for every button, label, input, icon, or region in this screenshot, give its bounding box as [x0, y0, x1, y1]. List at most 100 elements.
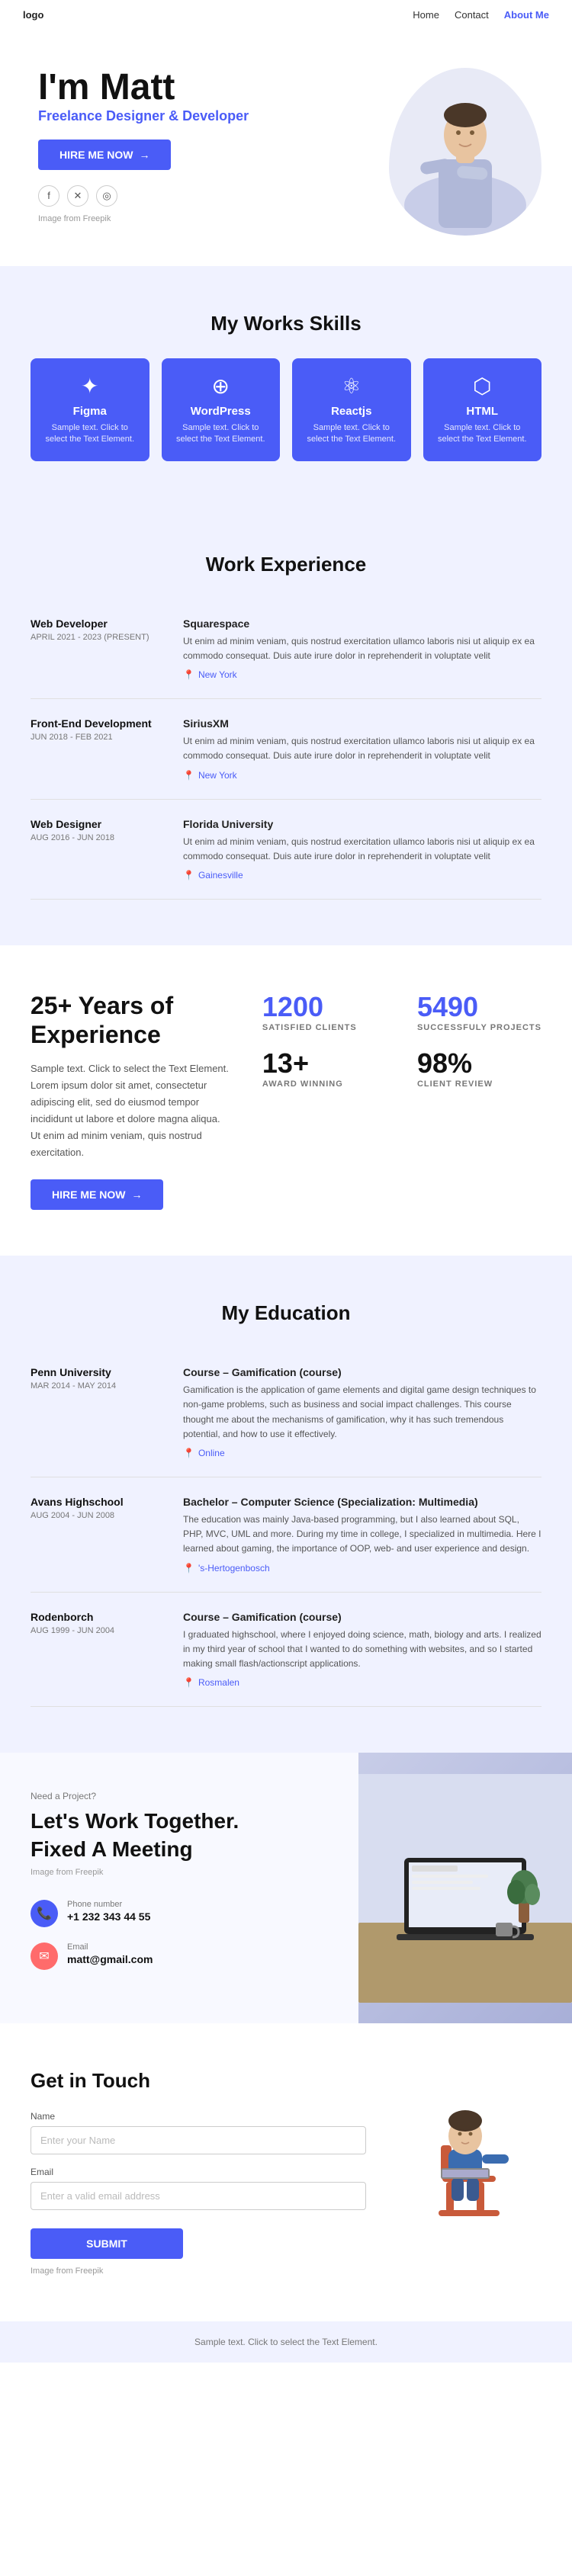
- cta-tag: Need a Project?: [31, 1791, 328, 1801]
- stat-projects: 5490 SUCCESSFULY PROJECTS: [417, 991, 541, 1032]
- stat-clients: 1200 SATISFIED CLIENTS: [262, 991, 387, 1032]
- skill-reactjs[interactable]: ⚛ Reactjs Sample text. Click to select t…: [292, 358, 411, 461]
- phone-label: Phone number: [67, 1900, 150, 1909]
- hero-photo: [389, 68, 541, 236]
- work-desc-0: Ut enim ad minim veniam, quis nostrud ex…: [183, 634, 541, 663]
- skills-grid: ✦ Figma Sample text. Click to select the…: [31, 358, 541, 461]
- work-company-2: Florida University: [183, 818, 541, 830]
- contact-title: Get in Touch: [31, 2069, 366, 2093]
- hero-right: [389, 68, 541, 236]
- work-title: Work Experience: [31, 553, 541, 576]
- hero-subtitle: Freelance Designer & Developer: [38, 108, 389, 124]
- location-pin-icon-1: 📍: [183, 770, 194, 781]
- work-date-0: APRIL 2021 - 2023 (PRESENT): [31, 633, 168, 642]
- stats-section: 25+ Years of Experience Sample text. Cli…: [0, 945, 572, 1256]
- work-desc-2: Ut enim ad minim veniam, quis nostrud ex…: [183, 835, 541, 864]
- skill-figma-name: Figma: [40, 405, 140, 418]
- edu-desc-2: I graduated highschool, where I enjoyed …: [183, 1628, 541, 1672]
- work-role-1: Front-End Development: [31, 717, 168, 730]
- work-location-0: 📍 New York: [183, 669, 541, 680]
- email-input[interactable]: [31, 2182, 366, 2210]
- edu-pin-icon-2: 📍: [183, 1677, 194, 1688]
- stats-left: 25+ Years of Experience Sample text. Cli…: [31, 991, 232, 1210]
- edu-left-0: Penn University MAR 2014 - MAY 2014: [31, 1366, 168, 1458]
- skill-figma[interactable]: ✦ Figma Sample text. Click to select the…: [31, 358, 149, 461]
- work-right-2: Florida University Ut enim ad minim veni…: [183, 818, 541, 881]
- stat-label-reviews: CLIENT REVIEW: [417, 1079, 541, 1089]
- footer-text: Sample text. Click to select the Text El…: [31, 2337, 541, 2347]
- edu-school-0: Penn University: [31, 1366, 168, 1378]
- submit-button[interactable]: SUBMIT: [31, 2228, 183, 2259]
- contact-image-credit: Image from Freepik: [31, 2266, 366, 2276]
- edu-item-1: Avans Highschool AUG 2004 - JUN 2008 Bac…: [31, 1477, 541, 1593]
- cta-heading: Let's Work Together.Fixed A Meeting: [31, 1808, 328, 1863]
- edu-course-0: Course – Gamification (course): [183, 1366, 541, 1378]
- cta-section: Need a Project? Let's Work Together.Fixe…: [0, 1753, 572, 2023]
- edu-date-0: MAR 2014 - MAY 2014: [31, 1381, 168, 1391]
- instagram-icon[interactable]: ◎: [96, 185, 117, 207]
- hero-name: I'm Matt: [38, 68, 389, 108]
- stat-awards: 13+ AWARD WINNING: [262, 1047, 387, 1089]
- edu-desc-1: The education was mainly Java-based prog…: [183, 1513, 541, 1557]
- hero-section: I'm Matt Freelance Designer & Developer …: [0, 30, 572, 266]
- contact-illustration: [389, 2069, 541, 2222]
- location-pin-icon-0: 📍: [183, 669, 194, 680]
- stat-number-reviews: 98%: [417, 1047, 541, 1079]
- work-role-0: Web Developer: [31, 618, 168, 630]
- edu-location-0: 📍 Online: [183, 1448, 541, 1458]
- cta-image-credit: Image from Freepik: [31, 1868, 328, 1877]
- skills-section: My Works Skills ✦ Figma Sample text. Cli…: [0, 266, 572, 507]
- hero-left: I'm Matt Freelance Designer & Developer …: [38, 68, 389, 223]
- edu-school-1: Avans Highschool: [31, 1496, 168, 1508]
- phone-icon: 📞: [31, 1900, 58, 1927]
- work-item-1: Front-End Development JUN 2018 - FEB 202…: [31, 699, 541, 799]
- work-left-2: Web Designer AUG 2016 - JUN 2018: [31, 818, 168, 881]
- skill-html-desc: Sample text. Click to select the Text El…: [432, 422, 533, 446]
- name-field-group: Name: [31, 2111, 366, 2154]
- name-input[interactable]: [31, 2126, 366, 2154]
- email-label: Email: [67, 1942, 153, 1952]
- stat-number-projects: 5490: [417, 991, 541, 1023]
- work-item-2: Web Designer AUG 2016 - JUN 2018 Florida…: [31, 800, 541, 900]
- edu-date-1: AUG 2004 - JUN 2008: [31, 1511, 168, 1520]
- social-icons: f ✕ ◎: [38, 185, 389, 207]
- name-label: Name: [31, 2111, 366, 2122]
- stat-number-clients: 1200: [262, 991, 387, 1023]
- education-title: My Education: [31, 1301, 541, 1325]
- email-icon: ✉: [31, 1942, 58, 1970]
- stat-label-clients: SATISFIED CLIENTS: [262, 1023, 387, 1032]
- navbar: logo Home Contact About Me: [0, 0, 572, 30]
- skill-html-name: HTML: [432, 405, 533, 418]
- email-value: matt@gmail.com: [67, 1953, 153, 1965]
- twitter-icon[interactable]: ✕: [67, 185, 88, 207]
- work-right-1: SiriusXM Ut enim ad minim veniam, quis n…: [183, 717, 541, 780]
- edu-pin-icon-1: 📍: [183, 1563, 194, 1574]
- hire-me-button[interactable]: HIRE ME NOW: [38, 140, 171, 170]
- skill-wordpress[interactable]: ⊕ WordPress Sample text. Click to select…: [162, 358, 281, 461]
- cta-right: [358, 1753, 572, 2023]
- nav-contact[interactable]: Contact: [455, 9, 489, 21]
- work-company-0: Squarespace: [183, 618, 541, 630]
- work-left-1: Front-End Development JUN 2018 - FEB 202…: [31, 717, 168, 780]
- edu-item-2: Rodenborch AUG 1999 - JUN 2004 Course – …: [31, 1593, 541, 1708]
- edu-course-2: Course – Gamification (course): [183, 1611, 541, 1623]
- skills-title: My Works Skills: [31, 312, 541, 335]
- location-pin-icon-2: 📍: [183, 870, 194, 881]
- stats-right: 1200 SATISFIED CLIENTS 5490 SUCCESSFULY …: [262, 991, 541, 1089]
- nav-about[interactable]: About Me: [504, 9, 549, 21]
- contact-form-container: Get in Touch Name Email SUBMIT Image fro…: [31, 2069, 366, 2276]
- skill-wordpress-desc: Sample text. Click to select the Text El…: [171, 422, 272, 446]
- hero-image-credit: Image from Freepik: [38, 214, 389, 223]
- cta-phone-info: Phone number +1 232 343 44 55: [67, 1900, 150, 1923]
- facebook-icon[interactable]: f: [38, 185, 59, 207]
- stats-hire-button[interactable]: HIRE ME NOW: [31, 1179, 163, 1210]
- nav-home[interactable]: Home: [413, 9, 439, 21]
- nav-logo: logo: [23, 9, 43, 21]
- cta-email-item: ✉ Email matt@gmail.com: [31, 1942, 328, 1970]
- edu-right-1: Bachelor – Computer Science (Specializat…: [183, 1496, 541, 1574]
- laptop-image: [358, 1753, 572, 2023]
- cta-phone-item: 📞 Phone number +1 232 343 44 55: [31, 1900, 328, 1927]
- skill-html[interactable]: ⬡ HTML Sample text. Click to select the …: [423, 358, 542, 461]
- edu-location-1: 📍 's-Hertogenbosch: [183, 1563, 541, 1574]
- cta-email-info: Email matt@gmail.com: [67, 1942, 153, 1965]
